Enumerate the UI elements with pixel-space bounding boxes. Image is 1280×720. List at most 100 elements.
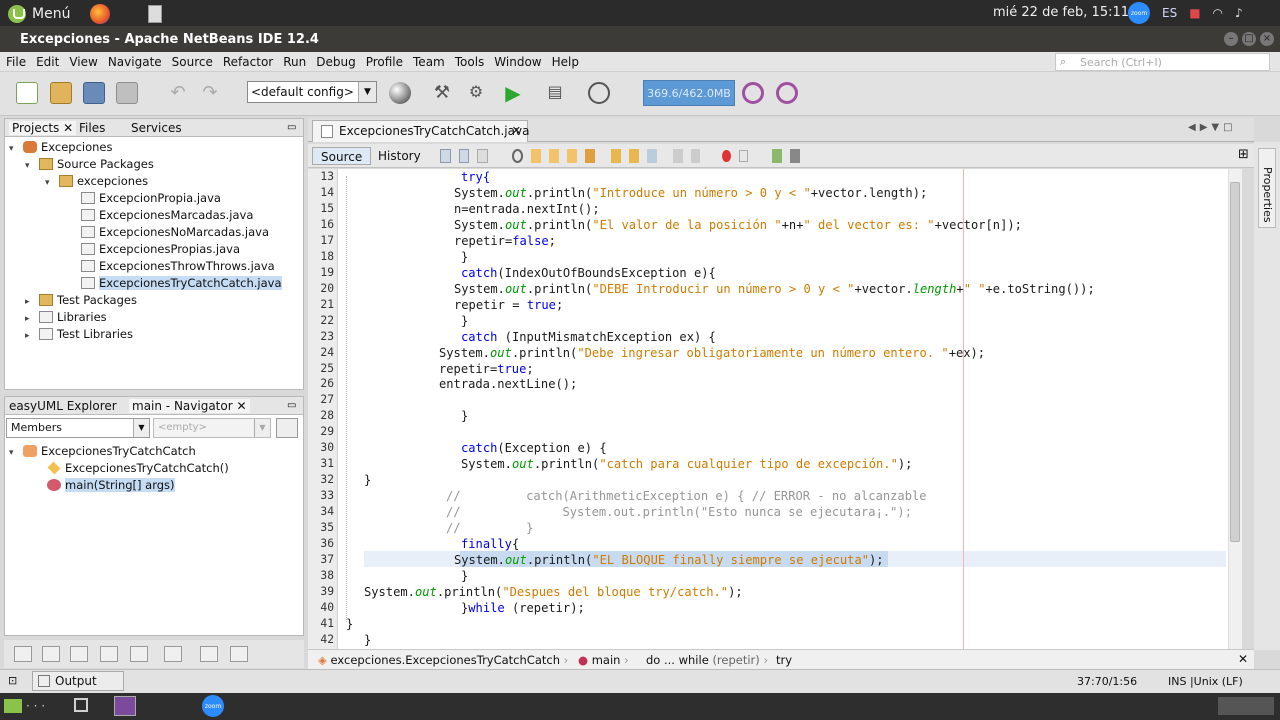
expand-toggle-icon[interactable]: ▾ (9, 448, 19, 458)
run-project-icon[interactable]: ▶ (502, 82, 524, 104)
keyboard-language-indicator[interactable]: ES (1162, 6, 1177, 20)
filter-icon[interactable] (164, 646, 182, 662)
code-line[interactable]: System.out.println("Introduce un número … (454, 185, 927, 201)
collapse-toggle-icon[interactable]: ▸ (25, 314, 35, 324)
find-icon[interactable] (511, 149, 523, 163)
code-line[interactable]: finally{ (461, 536, 519, 552)
sort-icon[interactable] (230, 646, 248, 662)
undo-icon[interactable]: ↶ (167, 82, 189, 104)
code-line[interactable]: } (461, 568, 468, 584)
tree-node-file[interactable]: ExcepcionesNoMarcadas.java (81, 225, 269, 239)
code-line[interactable]: }while (repetir); (461, 600, 585, 616)
navigator-settings-icon[interactable] (276, 418, 298, 438)
menu-item-profile[interactable]: Profile (366, 55, 403, 69)
line-number[interactable]: 34 (308, 504, 338, 520)
line-number[interactable]: 31 (308, 456, 338, 472)
forward-icon[interactable] (458, 149, 470, 163)
expand-toggle-icon[interactable]: ▾ (45, 178, 55, 188)
find-next-icon[interactable] (548, 149, 559, 163)
stop-macro-icon[interactable] (739, 150, 749, 162)
global-search-input[interactable]: ⌕ Search (Ctrl+I) (1055, 53, 1270, 71)
code-line[interactable]: System.out.println("catch para cualquier… (461, 456, 912, 472)
breadcrumb-try[interactable]: try (776, 653, 792, 667)
save-all-icon[interactable] (116, 82, 138, 104)
editor-tab-nav-icons[interactable]: ◀▶▼□ (1188, 122, 1237, 133)
breadcrumb-method[interactable]: ● main › (578, 653, 629, 667)
memory-usage-indicator[interactable]: 369.6/462.0MB (643, 80, 735, 106)
navigator-class-node[interactable]: ▾ ExcepcionesTryCatchCatch (9, 444, 196, 458)
line-number[interactable]: 17 (308, 233, 338, 249)
code-line[interactable]: } (461, 249, 468, 265)
profile-project-icon[interactable] (588, 82, 610, 104)
tree-node-project[interactable]: ▾ Excepciones (9, 140, 112, 154)
line-number[interactable]: 26 (308, 376, 338, 392)
wifi-icon[interactable]: ◠ (1213, 6, 1223, 20)
close-icon[interactable]: ✕ (1238, 652, 1248, 666)
line-number[interactable]: 37 (308, 552, 338, 568)
tab-services[interactable]: Services (131, 121, 182, 135)
code-line[interactable]: catch(Exception e) { (461, 440, 607, 456)
tree-node-file[interactable]: ExcepcionesMarcadas.java (81, 208, 253, 222)
system-clock[interactable]: mié 22 de feb, 15:11 (993, 5, 1129, 20)
editor-tab[interactable]: ExcepcionesTryCatchCatch.java ✕ (312, 120, 529, 142)
line-number[interactable]: 30 (308, 440, 338, 456)
code-line[interactable]: System.out.println("Despues del bloque t… (364, 584, 743, 600)
line-number[interactable]: 38 (308, 568, 338, 584)
find-selection-icon[interactable] (566, 149, 577, 163)
menu-item-edit[interactable]: Edit (36, 55, 59, 69)
minimize-pane-icon[interactable]: ▭ (287, 400, 296, 411)
code-line[interactable]: System.out.println("EL BLOQUE finally si… (454, 552, 884, 568)
tree-node-file[interactable]: ExcepcionesThrowThrows.java (81, 259, 275, 273)
line-number[interactable]: 24 (308, 345, 338, 361)
code-line[interactable]: } (461, 313, 468, 329)
tab-files[interactable]: Files (79, 121, 105, 135)
maximize-window-button[interactable]: □ (1242, 32, 1256, 46)
line-number[interactable]: 13 (308, 169, 338, 185)
configuration-select[interactable]: <default config> ▼ (247, 81, 377, 103)
code-line[interactable]: repetir = true; (454, 297, 563, 313)
back-icon[interactable] (440, 149, 451, 163)
line-number[interactable]: 32 (308, 472, 338, 488)
firefox-icon[interactable] (90, 4, 111, 24)
code-line[interactable]: System.out.println("DEBE Introducir un n… (454, 281, 1095, 297)
tree-node-libraries[interactable]: ▸ Libraries (25, 310, 107, 324)
filter-icon[interactable] (130, 646, 148, 662)
menu-item-tools[interactable]: Tools (455, 55, 485, 69)
tree-node-file[interactable]: ExcepcionPropia.java (81, 191, 221, 205)
code-line[interactable]: System.out.println("El valor de la posic… (454, 217, 1022, 233)
tree-node-file-selected[interactable]: ExcepcionesTryCatchCatch.java (81, 276, 282, 290)
line-number[interactable]: 40 (308, 600, 338, 616)
find-prev-icon[interactable] (530, 149, 541, 163)
tab-navigator[interactable]: main - Navigator ✕ (129, 399, 250, 413)
line-number[interactable]: 15 (308, 201, 338, 217)
line-number[interactable]: 29 (308, 424, 338, 440)
split-editor-icon[interactable]: ⊞ (1238, 147, 1249, 162)
code-line[interactable]: catch (InputMismatchException ex) { (461, 329, 716, 345)
clean-build-icon[interactable]: ⚙ (465, 82, 487, 104)
line-number[interactable]: 21 (308, 297, 338, 313)
show-desktop-icon[interactable] (4, 699, 22, 713)
breadcrumb-class[interactable]: ◈ excepciones.ExcepcionesTryCatchCatch › (318, 653, 568, 667)
filter-icon[interactable] (100, 646, 118, 662)
toggle-bookmark-icon[interactable] (646, 149, 657, 163)
camera-icon[interactable]: ■ (1189, 6, 1200, 20)
menu-item-window[interactable]: Window (494, 55, 541, 69)
menu-item-file[interactable]: File (6, 55, 26, 69)
tab-easyuml-explorer[interactable]: easyUML Explorer (9, 399, 117, 413)
menu-item-refactor[interactable]: Refactor (223, 55, 273, 69)
code-line[interactable]: } (364, 632, 371, 648)
tree-node-source-packages[interactable]: ▾ Source Packages (25, 157, 154, 171)
tree-node-package[interactable]: ▾ excepciones (45, 174, 148, 188)
output-window-button[interactable]: Output (32, 671, 124, 691)
line-number[interactable]: 42 (308, 632, 338, 648)
line-number[interactable]: 22 (308, 313, 338, 329)
code-line[interactable]: repetir=false; (454, 233, 556, 249)
code-line[interactable]: try{ (461, 169, 490, 185)
code-line[interactable]: // System.out.println("Esto nunca se eje… (446, 504, 912, 520)
close-window-button[interactable]: × (1260, 32, 1274, 46)
expand-toggle-icon[interactable]: ▾ (9, 144, 19, 154)
expand-toggle-icon[interactable]: ▾ (25, 161, 35, 171)
line-number[interactable]: 19 (308, 265, 338, 281)
line-number[interactable]: 39 (308, 584, 338, 600)
menu-item-help[interactable]: Help (552, 55, 579, 69)
